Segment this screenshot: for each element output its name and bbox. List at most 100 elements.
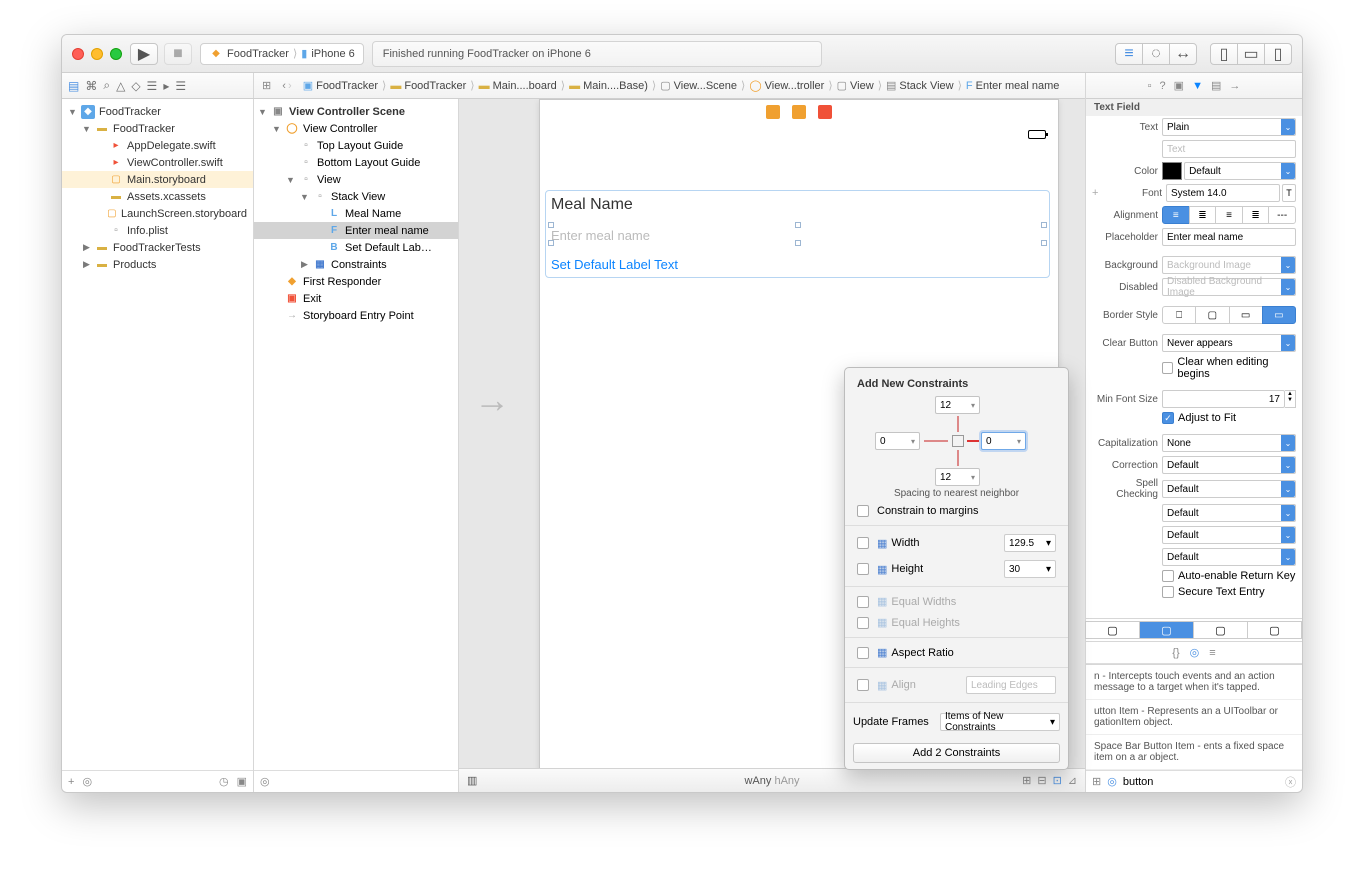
outline-scene-header[interactable]: ▼▣View Controller Scene xyxy=(254,103,458,120)
project-root[interactable]: ▼◆FoodTracker xyxy=(62,103,253,120)
text-content-field[interactable]: Text xyxy=(1162,140,1296,158)
nav-item[interactable]: ▼▬FoodTracker xyxy=(62,120,253,137)
stop-button[interactable]: ■ xyxy=(164,43,192,65)
placeholder-field[interactable]: Enter meal name xyxy=(1162,228,1296,246)
outline-item[interactable]: FEnter meal name xyxy=(254,222,458,239)
toggle-navigator-button[interactable]: ▯ xyxy=(1210,43,1238,65)
width-checkbox[interactable] xyxy=(857,537,869,549)
outline-item[interactable]: LMeal Name xyxy=(254,205,458,222)
outline-item[interactable]: ▼▫View xyxy=(254,171,458,188)
find-navigator-icon[interactable]: ⌕ xyxy=(103,78,110,93)
symbol-navigator-icon[interactable]: ⌘ xyxy=(85,79,97,93)
outline-item[interactable]: ▣Exit xyxy=(254,290,458,307)
add-font-icon[interactable]: + xyxy=(1092,187,1102,199)
nav-item[interactable]: ▢Main.storyboard xyxy=(62,171,253,188)
lib-brackets-icon[interactable]: {} xyxy=(1172,647,1179,659)
auto-return-checkbox[interactable] xyxy=(1162,570,1174,582)
object-library[interactable]: n - Intercepts touch events and an actio… xyxy=(1086,664,1302,770)
nav-item[interactable]: ▫Info.plist xyxy=(62,222,253,239)
outline-item[interactable]: BSet Default Lab… xyxy=(254,239,458,256)
jump-bar[interactable]: ⊞ ‹ › ▣FoodTracker⟩ ▬FoodTracker⟩ ▬Main.… xyxy=(254,79,1085,92)
file-inspector-icon[interactable]: ▫ xyxy=(1148,80,1152,92)
help-inspector-icon[interactable]: ? xyxy=(1160,80,1166,92)
outline-item[interactable]: →Storyboard Entry Point xyxy=(254,307,458,324)
debug-navigator-icon[interactable]: ☰ xyxy=(147,79,158,93)
nav-item[interactable]: ▶▬FoodTrackerTests xyxy=(62,239,253,256)
version-editor-button[interactable]: ↔ xyxy=(1169,43,1197,65)
grid-icon[interactable]: ⊞ xyxy=(1092,775,1101,788)
outline-item[interactable]: ▼▫Stack View xyxy=(254,188,458,205)
constrain-margins-checkbox[interactable] xyxy=(857,505,869,517)
outline-toggle-icon[interactable]: ▥ xyxy=(467,774,477,787)
scene-vc-icon[interactable] xyxy=(766,105,780,119)
background-select[interactable]: Background Image⌄ xyxy=(1162,256,1296,274)
outline-item[interactable]: ◆First Responder xyxy=(254,273,458,290)
outline-item[interactable]: ▫Bottom Layout Guide xyxy=(254,154,458,171)
library-tabs[interactable]: ▢▢▢▢ xyxy=(1086,618,1302,642)
nav-item[interactable]: ▬Assets.xcassets xyxy=(62,188,253,205)
library-item[interactable]: n - Intercepts touch events and an actio… xyxy=(1086,665,1302,700)
alignment-segmented[interactable]: ≡≣≡≣--- xyxy=(1162,206,1296,224)
zoom-window-button[interactable] xyxy=(110,48,122,60)
clear-button-select[interactable]: Never appears⌄ xyxy=(1162,334,1296,352)
height-checkbox[interactable] xyxy=(857,563,869,575)
filter-icon[interactable]: ◎ xyxy=(260,775,270,788)
minimize-window-button[interactable] xyxy=(91,48,103,60)
connections-inspector-icon[interactable]: → xyxy=(1229,80,1240,92)
assistant-editor-button[interactable]: ◌ xyxy=(1142,43,1170,65)
outline-item[interactable]: ▼◯View Controller xyxy=(254,120,458,137)
return-key-select[interactable]: Default⌄ xyxy=(1162,548,1296,566)
library-item[interactable]: Space Bar Button Item - ents a fixed spa… xyxy=(1086,735,1302,770)
color-swatch[interactable] xyxy=(1162,162,1182,180)
align-tool-icon[interactable]: ⊞ xyxy=(1022,774,1031,787)
resize-tool-icon[interactable]: ⊿ xyxy=(1068,774,1077,787)
project-navigator-icon[interactable]: ▤ xyxy=(68,79,79,93)
toggle-utilities-button[interactable]: ▯ xyxy=(1264,43,1292,65)
clear-editing-checkbox[interactable] xyxy=(1162,362,1173,374)
nav-item[interactable]: ▸AppDelegate.swift xyxy=(62,137,253,154)
test-navigator-icon[interactable]: ◇ xyxy=(131,79,140,93)
report-navigator-icon[interactable]: ☰ xyxy=(175,79,186,93)
nav-item[interactable]: ▸ViewController.swift xyxy=(62,154,253,171)
font-field[interactable]: System 14.0 xyxy=(1166,184,1280,202)
add-constraints-button[interactable]: Add 2 Constraints xyxy=(853,743,1060,763)
run-button[interactable]: ▶ xyxy=(130,43,158,65)
clear-search-icon[interactable]: ⓧ xyxy=(1285,774,1296,790)
secure-entry-checkbox[interactable] xyxy=(1162,586,1174,598)
close-window-button[interactable] xyxy=(72,48,84,60)
standard-editor-button[interactable]: ≡ xyxy=(1115,43,1143,65)
filter-icon[interactable]: ◎ xyxy=(82,775,92,788)
library-item[interactable]: utton Item - Represents an a UIToolbar o… xyxy=(1086,700,1302,735)
stack-view[interactable]: Meal Name Enter meal name Set Default La… xyxy=(545,190,1050,278)
spell-select[interactable]: Default⌄ xyxy=(1162,480,1296,498)
breakpoint-navigator-icon[interactable]: ▸ xyxy=(163,79,169,93)
border-style-segmented[interactable]: ⎕▢▭▭ xyxy=(1162,306,1296,324)
font-picker-icon[interactable]: T xyxy=(1282,184,1296,202)
lib-circle-icon[interactable]: ◎ xyxy=(1190,646,1200,659)
nav-item[interactable]: ▶▬Products xyxy=(62,256,253,273)
library-search-input[interactable] xyxy=(1123,776,1279,788)
min-font-field[interactable]: 17 xyxy=(1162,390,1285,408)
scm-filter-icon[interactable]: ▣ xyxy=(237,775,247,788)
textfield-selected[interactable]: Enter meal name xyxy=(551,220,1044,251)
keyboard-type-select[interactable]: Default⌄ xyxy=(1162,504,1296,522)
scene-exit-icon[interactable] xyxy=(818,105,832,119)
scheme-selector[interactable]: ◆ FoodTracker ⟩ ▮ iPhone 6 xyxy=(200,43,364,65)
meal-name-label[interactable]: Meal Name xyxy=(551,196,1044,214)
size-inspector-icon[interactable]: ▤ xyxy=(1211,79,1221,92)
stepper[interactable]: ▲▼ xyxy=(1285,390,1296,408)
add-icon[interactable]: + xyxy=(68,776,74,788)
disabled-bg-select[interactable]: Disabled Background Image⌄ xyxy=(1162,278,1296,296)
identity-inspector-icon[interactable]: ▣ xyxy=(1174,79,1184,92)
attributes-inspector-icon[interactable]: ▼ xyxy=(1192,80,1203,92)
set-default-button[interactable]: Set Default Label Text xyxy=(551,257,1044,272)
capitalization-select[interactable]: None⌄ xyxy=(1162,434,1296,452)
nav-item[interactable]: ▢LaunchScreen.storyboard xyxy=(62,205,253,222)
scene-responder-icon[interactable] xyxy=(792,105,806,119)
keyboard-look-select[interactable]: Default⌄ xyxy=(1162,526,1296,544)
left-constraint-field[interactable]: 0▾ xyxy=(875,432,920,450)
right-constraint-field[interactable]: 0▾ xyxy=(981,432,1026,450)
constraint-cross[interactable]: 12▾ 0▾ 0▾ 12▾ xyxy=(845,396,1068,486)
recent-filter-icon[interactable]: ◷ xyxy=(219,775,229,788)
lib-list-icon[interactable]: ≡ xyxy=(1209,647,1215,659)
